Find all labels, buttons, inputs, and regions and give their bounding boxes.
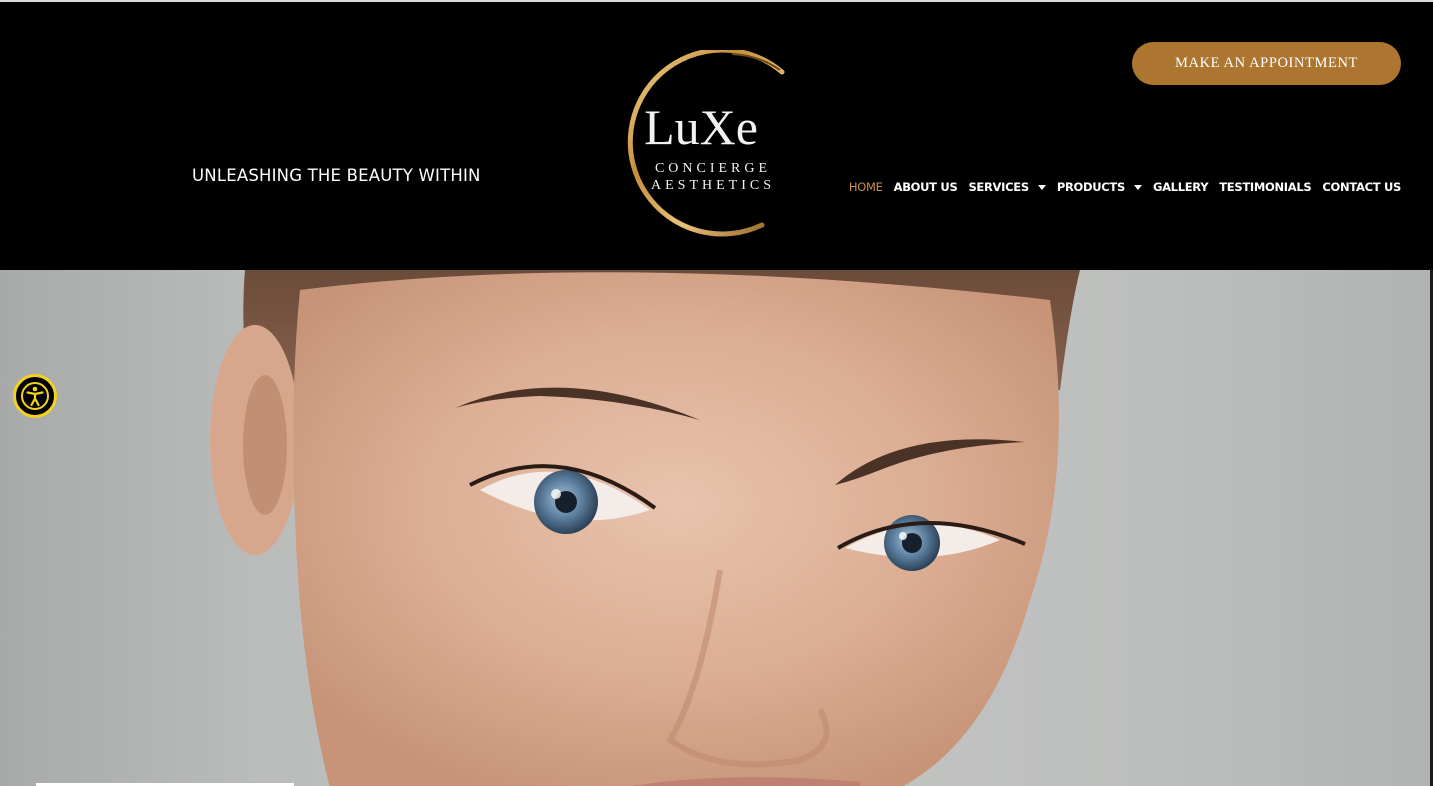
accessibility-button[interactable] bbox=[13, 374, 57, 418]
nav-item-contact-us[interactable]: CONTACT US bbox=[1322, 180, 1401, 194]
logo-graphic: LuXe CONCIERGE AESTHETICS bbox=[627, 50, 785, 237]
nav-item-testimonials[interactable]: TESTIMONIALS bbox=[1219, 180, 1311, 194]
page: UNLEASHING THE BEAUTY WITHIN LuXe CONCIE… bbox=[0, 0, 1433, 786]
hero-section bbox=[0, 270, 1433, 786]
nav-item-label: SERVICES bbox=[968, 180, 1029, 194]
chevron-down-icon bbox=[1037, 184, 1046, 190]
nav-item-label: PRODUCTS bbox=[1056, 180, 1125, 194]
header-tagline: UNLEASHING THE BEAUTY WITHIN bbox=[192, 166, 481, 185]
main-nav: HOME ABOUT US SERVICES PRODUCTS GALLERY … bbox=[849, 180, 1401, 194]
nav-item-label: GALLERY bbox=[1152, 180, 1209, 194]
make-appointment-button[interactable]: MAKE AN APPOINTMENT bbox=[1132, 42, 1401, 85]
nav-item-label: ABOUT US bbox=[893, 180, 958, 194]
logo-line1: CONCIERGE bbox=[655, 161, 771, 176]
site-header: UNLEASHING THE BEAUTY WITHIN LuXe CONCIE… bbox=[0, 2, 1433, 270]
nav-item-services[interactable]: SERVICES bbox=[968, 180, 1046, 194]
accessibility-icon bbox=[21, 382, 49, 410]
nav-item-about-us[interactable]: ABOUT US bbox=[894, 180, 958, 194]
nav-item-products[interactable]: PRODUCTS bbox=[1057, 180, 1142, 194]
nav-item-home[interactable]: HOME bbox=[849, 180, 883, 194]
nav-item-gallery[interactable]: GALLERY bbox=[1152, 180, 1209, 194]
logo-line2: AESTHETICS bbox=[651, 178, 775, 193]
chevron-down-icon bbox=[1133, 184, 1142, 190]
nav-item-label: HOME bbox=[848, 180, 883, 194]
site-logo[interactable]: LuXe CONCIERGE AESTHETICS bbox=[612, 50, 792, 242]
logo-wordmark: LuXe bbox=[644, 99, 758, 155]
hero-portrait-image bbox=[210, 270, 1080, 786]
nav-item-label: TESTIMONIALS bbox=[1219, 180, 1312, 194]
nav-item-label: CONTACT US bbox=[1322, 180, 1401, 194]
